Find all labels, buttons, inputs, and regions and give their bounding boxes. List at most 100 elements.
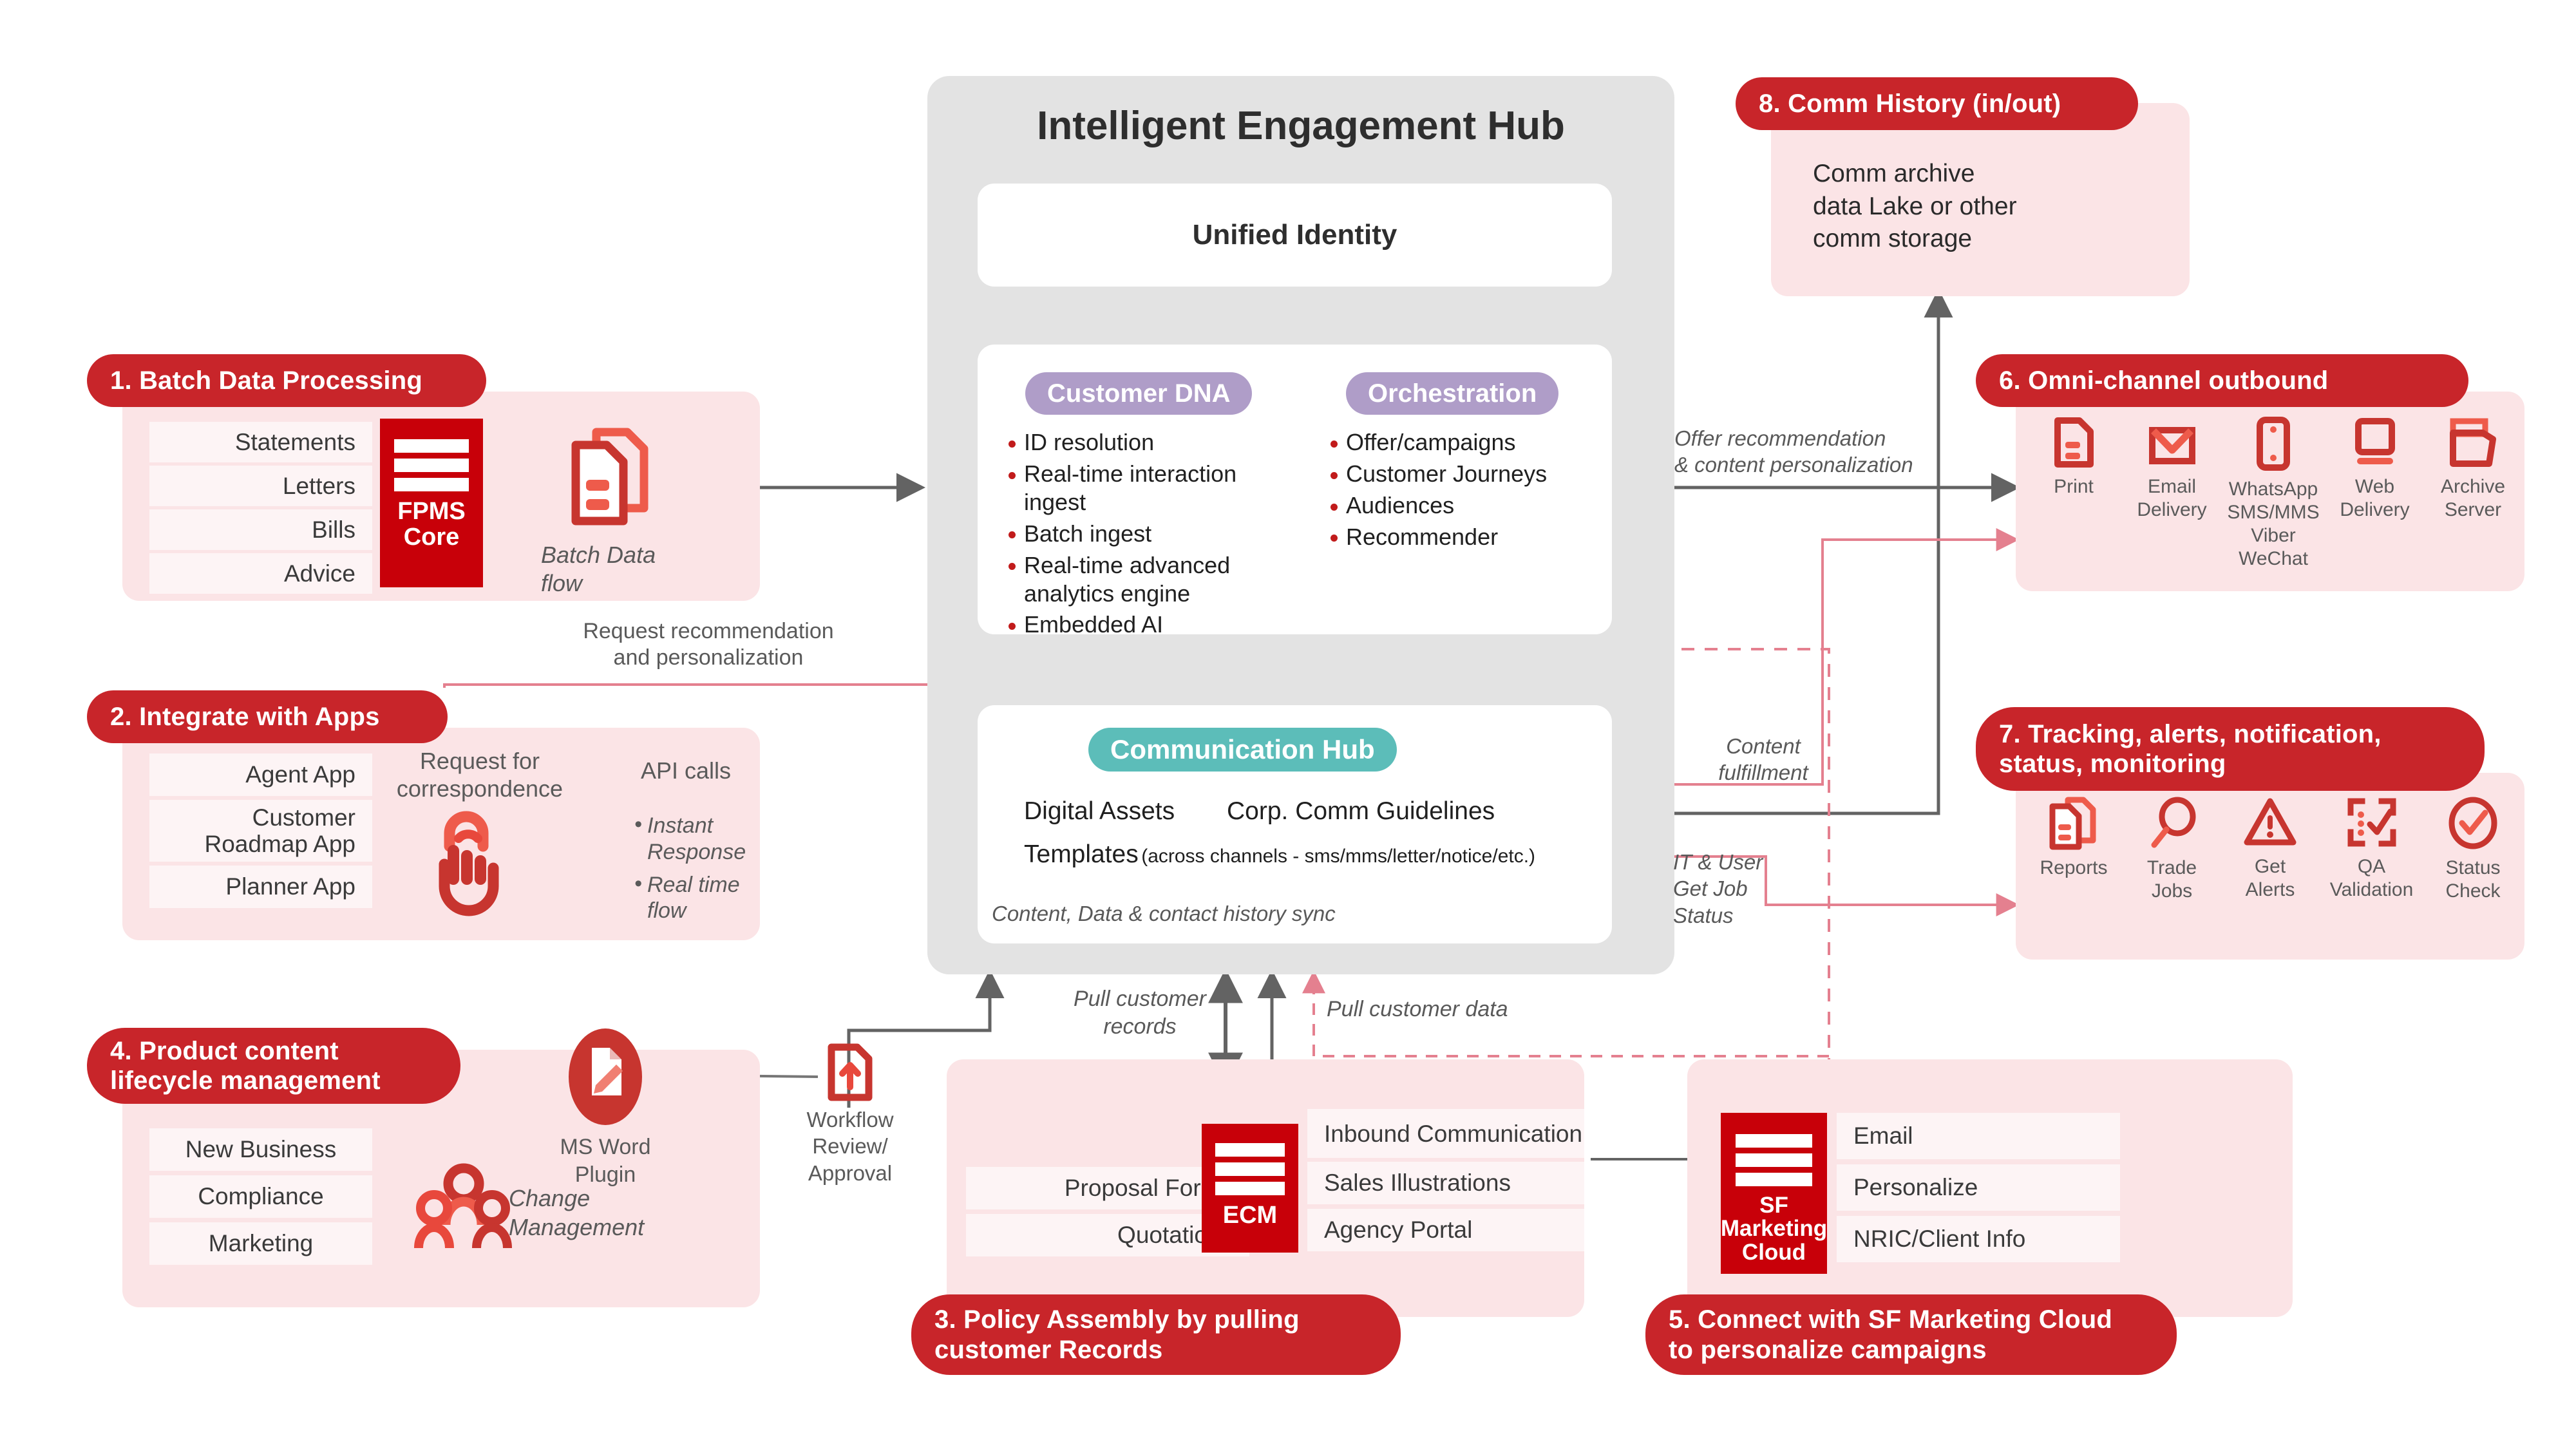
communication-hub-pill[interactable]: Communication Hub <box>1088 728 1397 772</box>
channel-label-1: Email <box>2147 476 2196 497</box>
list-item[interactable]: Customer Roadmap App <box>149 800 372 862</box>
diagram-canvas: 1. Batch Data Processing Statements Lett… <box>0 0 2576 1449</box>
label-line-1: Content <box>1726 734 1801 758</box>
tracking-label-1: Trade <box>2146 857 2197 878</box>
fpms-core-block[interactable]: FPMS Core <box>380 419 483 587</box>
list-item[interactable]: Planner App <box>149 866 372 908</box>
unified-identity-card[interactable]: Unified Identity <box>978 184 1612 287</box>
api-calls-label: API calls <box>641 757 732 784</box>
channel-label-1: Archive <box>2440 476 2506 497</box>
list-item[interactable]: Email <box>1837 1113 2120 1159</box>
tracking-label-2: Jobs <box>2151 880 2193 902</box>
bullet-item: Audiences <box>1327 491 1565 520</box>
list-item[interactable]: Agency Portal <box>1307 1209 1584 1251</box>
tracking-label-1: QA <box>2357 856 2386 877</box>
tracking-item[interactable]: Get Alerts <box>2222 797 2318 903</box>
digital-assets-label: Digital Assets <box>1024 797 1175 825</box>
list-item[interactable]: Sales Illustrations <box>1307 1162 1584 1204</box>
list-item[interactable]: Bills <box>149 509 372 550</box>
badge-line-2: to personalize campaigns <box>1669 1335 1987 1364</box>
section-4-rows: New Business Compliance Marketing <box>149 1128 372 1265</box>
envelope-icon <box>2124 417 2221 468</box>
pull-customer-data-label: Pull customer data <box>1327 997 1508 1021</box>
section-4-badge[interactable]: 4. Product content lifecycle management <box>87 1028 460 1104</box>
tracking-label-1: Status <box>2445 857 2501 878</box>
tracking-label-2: Alerts <box>2245 879 2295 900</box>
caption-line-1: MS Word <box>560 1135 651 1159</box>
channel-item[interactable]: Archive Server <box>2425 417 2521 571</box>
customer-dna-pill[interactable]: Customer DNA <box>1025 372 1253 415</box>
list-item[interactable]: Inbound Communication <box>1307 1109 1584 1158</box>
comm-hub-footer: Content, Data & contact history sync <box>992 902 1336 925</box>
list-item[interactable]: New Business <box>149 1128 372 1171</box>
sf-label-3: Cloud <box>1741 1239 1806 1265</box>
caption-line-2: Management <box>509 1214 645 1240</box>
tracking-item[interactable]: Status Check <box>2425 797 2521 903</box>
list-item[interactable]: Compliance <box>149 1175 372 1218</box>
tracking-item[interactable]: Reports <box>2025 797 2122 903</box>
section-1-badge[interactable]: 1. Batch Data Processing <box>87 354 486 407</box>
list-item[interactable]: Personalize <box>1837 1164 2120 1211</box>
channel-label-2: Delivery <box>2340 499 2410 520</box>
label-line-1: Offer recommendation <box>1674 426 1886 450</box>
label-line-3: Status <box>1673 903 1734 927</box>
section-2-badge-label: 2. Integrate with Apps <box>110 702 380 731</box>
bullet-item: Customer Journeys <box>1327 460 1565 488</box>
bullet-list: Offer/campaigns Customer Journeys Audien… <box>1327 428 1565 551</box>
section-5-rows: Email Personalize NRIC/Client Info <box>1837 1113 2120 1262</box>
list-item[interactable]: Agent App <box>149 753 372 796</box>
fpms-core-label-1: FPMS <box>397 498 466 525</box>
section-2-badge[interactable]: 2. Integrate with Apps <box>87 690 448 743</box>
list-item[interactable]: Statements <box>149 422 372 462</box>
templates-row: Templates (across channels - sms/mms/let… <box>1024 840 1535 869</box>
corp-comm-guidelines-label: Corp. Comm Guidelines <box>1227 797 1495 825</box>
ecm-core-block[interactable]: ECM <box>1202 1124 1298 1253</box>
channel-item[interactable]: Print <box>2025 417 2122 571</box>
mobile-icon <box>2222 417 2325 471</box>
batch-data-document-icon <box>567 428 657 526</box>
channel-item[interactable]: WhatsApp SMS/MMS Viber WeChat <box>2222 417 2325 571</box>
server-bars-icon <box>1736 1134 1812 1186</box>
warning-icon <box>2222 797 2318 848</box>
list-item[interactable]: Advice <box>149 553 372 594</box>
list-item[interactable]: Marketing <box>149 1222 372 1265</box>
section-7-badge[interactable]: 7. Tracking, alerts, notification, statu… <box>1976 707 2485 791</box>
workflow-review-caption: Workflow Review/ Approval <box>782 1106 918 1186</box>
section-5-badge[interactable]: 5. Connect with SF Marketing Cloud to pe… <box>1645 1294 2177 1375</box>
click-hand-icon <box>419 805 515 918</box>
list-item[interactable]: NRIC/Client Info <box>1837 1216 2120 1262</box>
unified-identity-label: Unified Identity <box>1192 219 1397 251</box>
section-3-badge[interactable]: 3. Policy Assembly by pulling customer R… <box>911 1294 1401 1375</box>
server-bars-icon <box>1215 1143 1285 1195</box>
bullet-list: ID resolution Real-time interaction inge… <box>1005 428 1275 639</box>
channel-label-2: Delivery <box>2137 499 2207 520</box>
ms-word-plugin-icon <box>569 1028 643 1125</box>
caption-line-1: Batch Data <box>541 542 656 568</box>
section-6-badge-label: 6. Omni-channel outbound <box>1999 366 2329 395</box>
customer-dna-label: Customer DNA <box>1047 379 1231 408</box>
list-item[interactable]: Letters <box>149 466 372 506</box>
sf-label-1: SF <box>1759 1193 1788 1218</box>
caption-line-2: flow <box>541 569 583 596</box>
caption-line-3: Approval <box>808 1160 893 1185</box>
tracking-item[interactable]: QA Validation <box>2320 797 2423 903</box>
checklist-icon <box>2320 797 2423 848</box>
sf-marketing-cloud-block[interactable]: SF Marketing Cloud <box>1721 1113 1827 1274</box>
reports-icon <box>2025 797 2122 850</box>
tracking-item[interactable]: Trade Jobs <box>2124 797 2221 903</box>
templates-label: Templates <box>1024 840 1139 868</box>
section-1-badge-label: 1. Batch Data Processing <box>110 366 422 395</box>
ms-word-plugin-caption: MS Word Plugin <box>528 1133 683 1188</box>
section-6-badge[interactable]: 6. Omni-channel outbound <box>1976 354 2468 407</box>
channel-item[interactable]: Email Delivery <box>2124 417 2221 571</box>
badge-line-1: 5. Connect with SF Marketing Cloud <box>1669 1305 2113 1334</box>
channel-item[interactable]: Web Delivery <box>2327 417 2423 571</box>
orchestration-pill[interactable]: Orchestration <box>1346 372 1559 415</box>
section-8-badge[interactable]: 8. Comm History (in/out) <box>1736 77 2138 130</box>
body-line-3: comm storage <box>1813 225 1973 253</box>
badge-line-1: 7. Tracking, alerts, notification, <box>1999 719 2382 748</box>
request-recommendation-label: Request recommendation and personalizati… <box>477 618 940 672</box>
section-3-right-rows: Inbound Communication Sales Illustration… <box>1307 1109 1584 1251</box>
section-7-badge-label: 7. Tracking, alerts, notification, statu… <box>1999 719 2382 779</box>
badge-line-1: 3. Policy Assembly by pulling <box>934 1305 1300 1334</box>
